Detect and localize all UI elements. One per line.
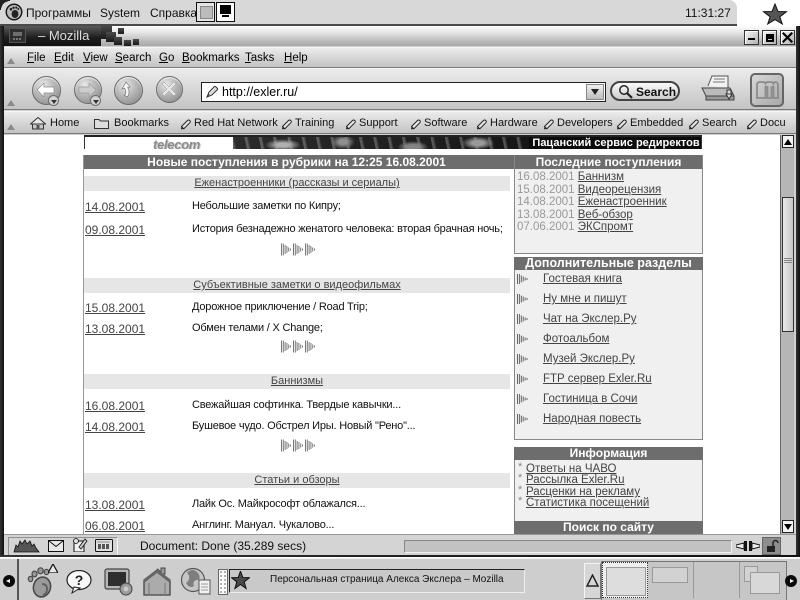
svg-text:?: ? <box>75 572 84 588</box>
